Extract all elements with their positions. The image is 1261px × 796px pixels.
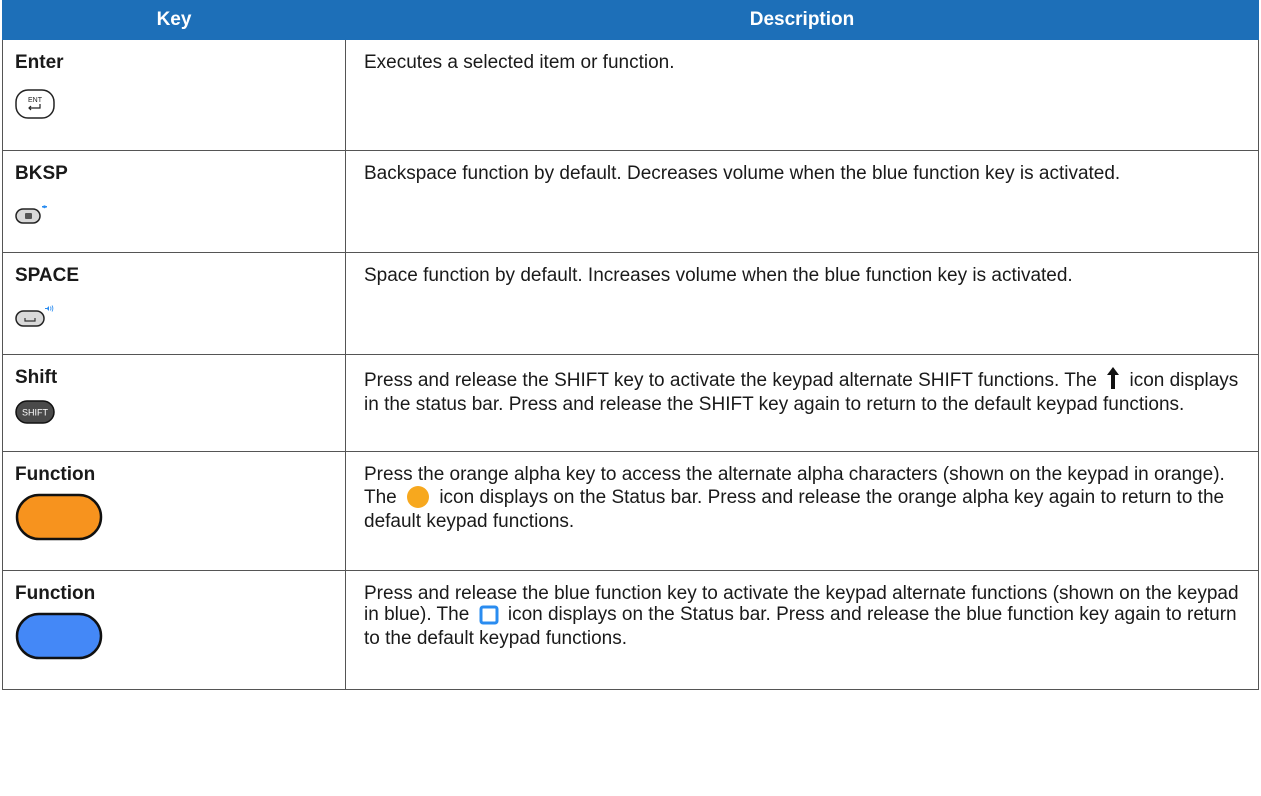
shift-key-icon: SHIFT xyxy=(15,400,345,429)
space-key-icon xyxy=(15,302,345,333)
description-cell: Press and release the SHIFT key to activ… xyxy=(345,354,1259,452)
description-cell: Executes a selected item or function. xyxy=(345,39,1259,151)
keys-table: Key Description Enter ENT Executes a sel… xyxy=(2,0,1259,690)
key-name: Function xyxy=(15,464,96,485)
shift-key-label: SHIFT xyxy=(22,408,49,418)
description-cell: Backspace function by default. Decreases… xyxy=(345,150,1259,253)
table-row: Function Press and release the blue func… xyxy=(2,570,1259,690)
key-cell: Function xyxy=(2,570,346,690)
enter-key-icon: ENT xyxy=(15,89,345,124)
table-row: Enter ENT Executes a selected item or fu… xyxy=(2,39,1259,151)
key-name: Shift xyxy=(15,367,58,388)
table-row: Function Press the orange alpha key to a… xyxy=(2,451,1259,571)
header-key: Key xyxy=(2,0,346,40)
description-text: Press and release the SHIFT key to activ… xyxy=(364,370,1097,391)
key-name: SPACE xyxy=(15,265,80,286)
orange-alpha-key-icon xyxy=(15,493,345,546)
shift-arrow-icon xyxy=(1106,367,1120,394)
table-header-row: Key Description xyxy=(2,0,1259,40)
key-cell: Enter ENT xyxy=(2,39,346,151)
description-text: icon displays on the Status bar. Press a… xyxy=(364,487,1225,532)
description-text: Executes a selected item or function. xyxy=(364,52,675,73)
table-row: Shift SHIFT Press and release the SHIFT … xyxy=(2,354,1259,452)
blue-square-status-icon xyxy=(479,605,499,628)
description-cell: Space function by default. Increases vol… xyxy=(345,252,1259,355)
description-text: Space function by default. Increases vol… xyxy=(364,265,1073,286)
key-name: Function xyxy=(15,583,96,604)
description-cell: Press the orange alpha key to access the… xyxy=(345,451,1259,571)
key-cell: Shift SHIFT xyxy=(2,354,346,452)
header-description: Description xyxy=(345,0,1259,40)
key-name: Enter xyxy=(15,52,64,73)
key-name: BKSP xyxy=(15,163,68,184)
backspace-key-icon xyxy=(15,200,345,229)
blue-function-key-icon xyxy=(15,612,345,665)
key-cell: Function xyxy=(2,451,346,571)
enter-key-label: ENT xyxy=(28,97,43,104)
description-text: Backspace function by default. Decreases… xyxy=(364,163,1121,184)
orange-circle-status-icon xyxy=(406,485,430,511)
table-row: BKSP Backspace function by default. Decr… xyxy=(2,150,1259,253)
key-cell: BKSP xyxy=(2,150,346,253)
description-cell: Press and release the blue function key … xyxy=(345,570,1259,690)
table-row: SPACE Space function by default. Increas… xyxy=(2,252,1259,355)
key-cell: SPACE xyxy=(2,252,346,355)
